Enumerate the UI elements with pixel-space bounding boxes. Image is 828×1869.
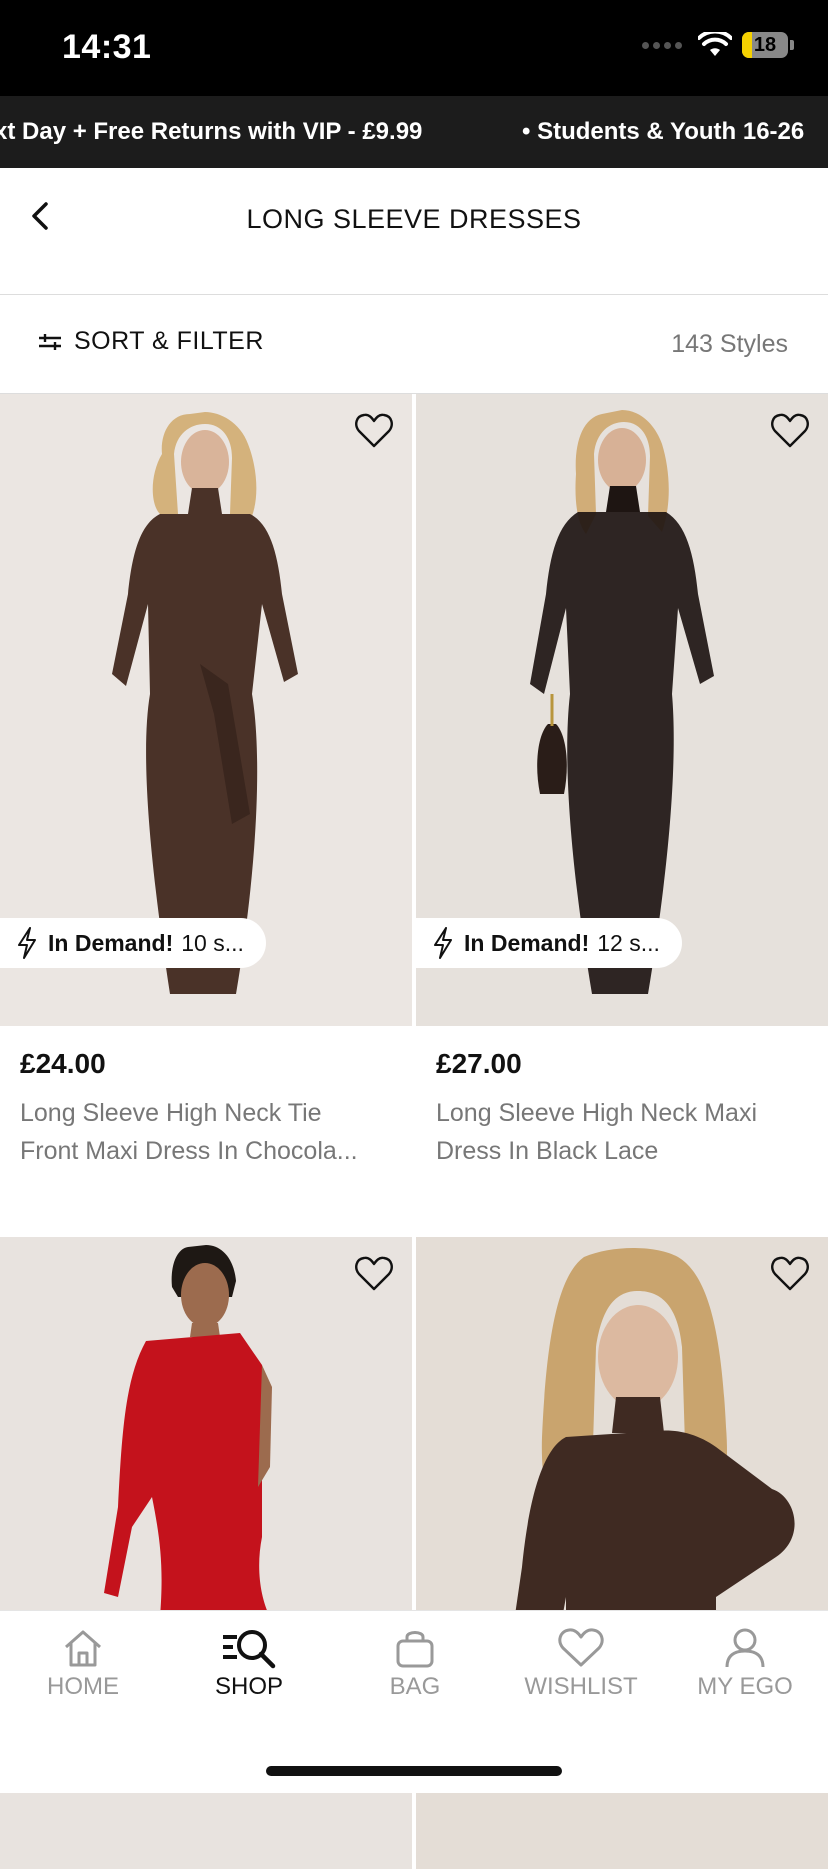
product-name[interactable]: Long Sleeve High Neck Tie Front Maxi Dre…	[20, 1094, 395, 1170]
wishlist-heart-icon[interactable]	[354, 412, 394, 450]
signal-icon	[642, 41, 682, 49]
badge-label: In Demand!	[48, 929, 174, 956]
tab-label: WISHLIST	[524, 1673, 638, 1700]
promo-text: • Students & Youth 16-26	[522, 118, 805, 145]
tab-my-ego[interactable]: MY EGO	[662, 1627, 828, 1701]
in-demand-badge: In Demand! 10 s...	[0, 918, 266, 968]
product-card[interactable]: In Demand! 12 s... £27.00 Long Sleeve Hi…	[416, 394, 828, 1165]
battery-icon: 18	[742, 32, 788, 58]
badge-detail: 10 s...	[181, 929, 244, 956]
wishlist-heart-icon[interactable]	[354, 1255, 394, 1293]
in-demand-badge: In Demand! 12 s...	[416, 918, 682, 968]
wifi-icon	[698, 32, 732, 56]
home-icon	[65, 1630, 101, 1667]
badge-detail: 12 s...	[597, 929, 660, 956]
battery-level: 18	[753, 33, 777, 56]
product-card[interactable]: In Demand! 10 s... £24.00 Long Sleeve Hi…	[0, 394, 412, 1165]
promo-text: xt Day + Free Returns with VIP - £9.99	[0, 118, 423, 145]
tab-wishlist[interactable]: WISHLIST	[498, 1627, 664, 1701]
tab-shop[interactable]: SHOP	[166, 1627, 332, 1701]
badge-label: In Demand!	[464, 929, 590, 956]
sort-filter-label: SORT & FILTER	[74, 327, 264, 355]
status-bar: 14:31 18	[0, 0, 828, 96]
lightning-icon	[434, 927, 452, 959]
filter-icon	[39, 333, 61, 350]
heart-icon	[558, 1628, 604, 1667]
home-indicator	[266, 1766, 562, 1776]
sort-filter-button[interactable]: SORT & FILTER	[38, 327, 264, 356]
tab-label: HOME	[47, 1673, 119, 1700]
product-price: £24.00	[20, 1048, 106, 1079]
page-header: LONG SLEEVE DRESSES	[0, 168, 828, 295]
search-icon	[223, 1630, 276, 1669]
wishlist-heart-icon[interactable]	[770, 1255, 810, 1293]
product-image[interactable]: In Demand! 10 s...	[0, 394, 412, 1026]
page-title: LONG SLEEVE DRESSES	[246, 204, 582, 234]
product-image[interactable]: In Demand! 12 s...	[416, 394, 828, 1026]
styles-count: 143 Styles	[671, 330, 788, 358]
tab-label: SHOP	[214, 1673, 283, 1700]
tab-label: MY EGO	[697, 1673, 793, 1700]
tab-label: BAG	[389, 1673, 441, 1700]
filter-row: SORT & FILTER 143 Styles	[0, 295, 828, 394]
wishlist-heart-icon[interactable]	[770, 412, 810, 450]
promo-banner[interactable]: xt Day + Free Returns with VIP - £9.99 •…	[0, 96, 828, 168]
bag-icon	[396, 1631, 434, 1668]
lightning-icon	[18, 927, 36, 959]
product-price: £27.00	[436, 1048, 522, 1079]
status-time: 14:31	[62, 28, 152, 66]
tab-home[interactable]: HOME	[0, 1627, 166, 1701]
product-name[interactable]: Long Sleeve High Neck Maxi Dress In Blac…	[436, 1094, 811, 1170]
user-icon	[725, 1628, 765, 1668]
status-icons: 18	[642, 32, 794, 58]
tab-bag[interactable]: BAG	[332, 1627, 498, 1701]
